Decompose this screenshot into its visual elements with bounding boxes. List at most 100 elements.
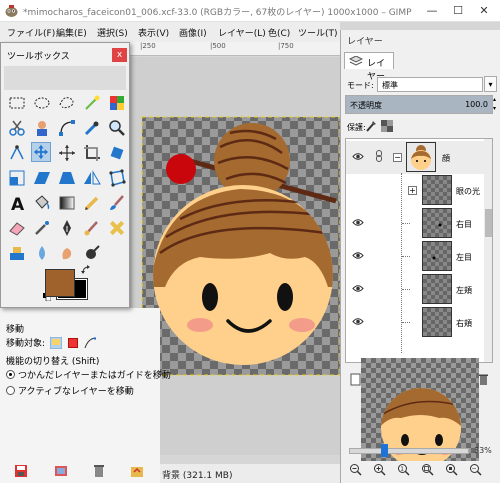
menu-tools[interactable]: ツール(T) (298, 26, 338, 39)
dodge-burn-icon[interactable] (82, 243, 102, 263)
layers-dock-title: レイヤー (347, 37, 383, 47)
menu-edit[interactable]: 編集(E) (56, 26, 87, 39)
status-text: 背景 (321.1 MB) (162, 471, 233, 481)
scrollbar-thumb[interactable] (485, 209, 492, 237)
swap-colors-icon[interactable] (81, 265, 91, 275)
scissors-select-icon[interactable] (7, 118, 27, 138)
gradient-icon[interactable] (57, 193, 77, 213)
toolbox-title: ツールボックス (7, 52, 70, 62)
toolbox-close-button[interactable]: x (112, 48, 127, 62)
move-tool-button[interactable] (31, 142, 51, 162)
eye-icon[interactable] (352, 284, 364, 293)
layer-target-icon[interactable] (49, 337, 62, 349)
lock-pixels-icon[interactable] (365, 120, 377, 132)
menu-colors[interactable]: 色(C) (268, 26, 290, 39)
blur-icon[interactable] (32, 243, 52, 263)
eraser-icon[interactable] (7, 218, 27, 238)
navigation-preview[interactable] (361, 358, 479, 461)
rotate-icon[interactable] (107, 143, 127, 163)
layer-row[interactable]: + 眼の光 (346, 174, 484, 207)
radio-pick-layer[interactable]: つかんだレイヤーまたはガイドを移動 (6, 368, 171, 381)
layer-list[interactable]: − 顔 + 眼の光 右目 左目 左頬 右頬 (345, 138, 493, 363)
eye-icon[interactable] (352, 218, 364, 227)
foreground-color-swatch[interactable] (45, 269, 75, 297)
move-icon (33, 144, 49, 160)
selection-target-icon[interactable] (67, 337, 79, 349)
paintbrush-icon[interactable] (107, 193, 127, 213)
layer-row[interactable]: 左目 (346, 240, 484, 273)
restore-options-icon[interactable] (54, 464, 68, 478)
heal-icon[interactable] (107, 218, 127, 238)
zoom-fill-icon[interactable] (445, 463, 458, 476)
pencil-icon[interactable] (82, 193, 102, 213)
toolbox-window: ツールボックス x A (0, 42, 130, 308)
align-icon[interactable] (57, 143, 77, 163)
tab-layers[interactable]: レイヤー (344, 52, 394, 82)
save-options-icon[interactable] (14, 464, 28, 478)
reset-options-icon[interactable] (130, 464, 144, 478)
radio-active-layer[interactable]: アクティブなレイヤーを移動 (6, 384, 134, 397)
menu-file[interactable]: ファイル(F) (7, 26, 55, 39)
text-icon[interactable]: A (7, 193, 27, 213)
expand-group-icon[interactable]: + (408, 186, 417, 195)
menu-layer[interactable]: レイヤー(L) (218, 26, 266, 39)
lock-alpha-icon[interactable] (381, 120, 393, 132)
paths-icon[interactable] (57, 118, 77, 138)
layer-name: 顔 (442, 154, 450, 163)
minimize-button[interactable]: — (422, 2, 442, 20)
eye-icon[interactable] (352, 251, 364, 260)
mode-select[interactable]: 標準 (377, 77, 483, 92)
crop-icon[interactable] (82, 143, 102, 163)
bucket-fill-icon[interactable] (32, 193, 52, 213)
opacity-spinner[interactable]: ▴ ▾ (493, 95, 499, 114)
zoom-out-icon[interactable] (349, 463, 362, 476)
mypaint-brush-icon[interactable] (82, 218, 102, 238)
eye-icon[interactable] (352, 152, 364, 161)
image-canvas[interactable] (130, 57, 340, 455)
zoom-slider[interactable] (349, 448, 469, 454)
menu-image[interactable]: 画像(I) (179, 26, 207, 39)
free-select-icon[interactable] (57, 93, 77, 113)
horizontal-ruler[interactable]: |250 |500 |750 (130, 42, 340, 56)
shrink-wrap-icon[interactable] (469, 463, 482, 476)
color-select-icon[interactable] (107, 93, 127, 113)
foreground-select-icon[interactable] (32, 118, 52, 138)
cage-icon[interactable] (107, 168, 127, 188)
layer-row[interactable]: 右目 (346, 207, 484, 240)
fuzzy-select-icon[interactable] (82, 93, 102, 113)
collapse-group-icon[interactable]: − (393, 153, 402, 162)
menu-select[interactable]: 選択(S) (97, 26, 128, 39)
scale-icon[interactable] (7, 168, 27, 188)
rect-select-icon[interactable] (7, 93, 27, 113)
zoom-icon[interactable] (107, 118, 127, 138)
airbrush-icon[interactable] (32, 218, 52, 238)
wilber-drop-area[interactable] (4, 66, 126, 90)
color-picker-icon[interactable] (82, 118, 102, 138)
flip-icon[interactable] (82, 168, 102, 188)
shear-icon[interactable] (32, 168, 52, 188)
path-target-icon[interactable] (84, 337, 96, 349)
ink-icon[interactable] (57, 218, 77, 238)
opacity-slider[interactable]: 不透明度 100.0 (345, 95, 493, 114)
perspective-icon[interactable] (57, 168, 77, 188)
layer-thumbnail (422, 175, 452, 205)
chevron-down-icon[interactable]: ▾ (484, 76, 497, 92)
measure-icon[interactable] (7, 143, 27, 163)
eye-icon[interactable] (352, 317, 364, 326)
layer-row[interactable]: − 顔 (346, 141, 484, 174)
window-close-button[interactable]: ✕ (474, 2, 494, 20)
clone-icon[interactable] (7, 243, 27, 263)
smudge-icon[interactable] (57, 243, 77, 263)
layer-list-scrollbar[interactable] (484, 139, 492, 362)
layer-row[interactable]: 右頬 (346, 306, 484, 339)
ellipse-select-icon[interactable] (32, 93, 52, 113)
chain-link-icon[interactable] (375, 150, 383, 162)
delete-options-icon[interactable] (92, 464, 106, 478)
menu-view[interactable]: 表示(V) (138, 26, 169, 39)
zoom-fit-icon[interactable] (421, 463, 434, 476)
zoom-handle[interactable] (381, 444, 388, 457)
zoom-one-to-one-icon[interactable]: 1 (397, 463, 410, 476)
layer-row[interactable]: 左頬 (346, 273, 484, 306)
maximize-button[interactable]: ☐ (448, 2, 468, 20)
zoom-in-icon[interactable] (373, 463, 386, 476)
